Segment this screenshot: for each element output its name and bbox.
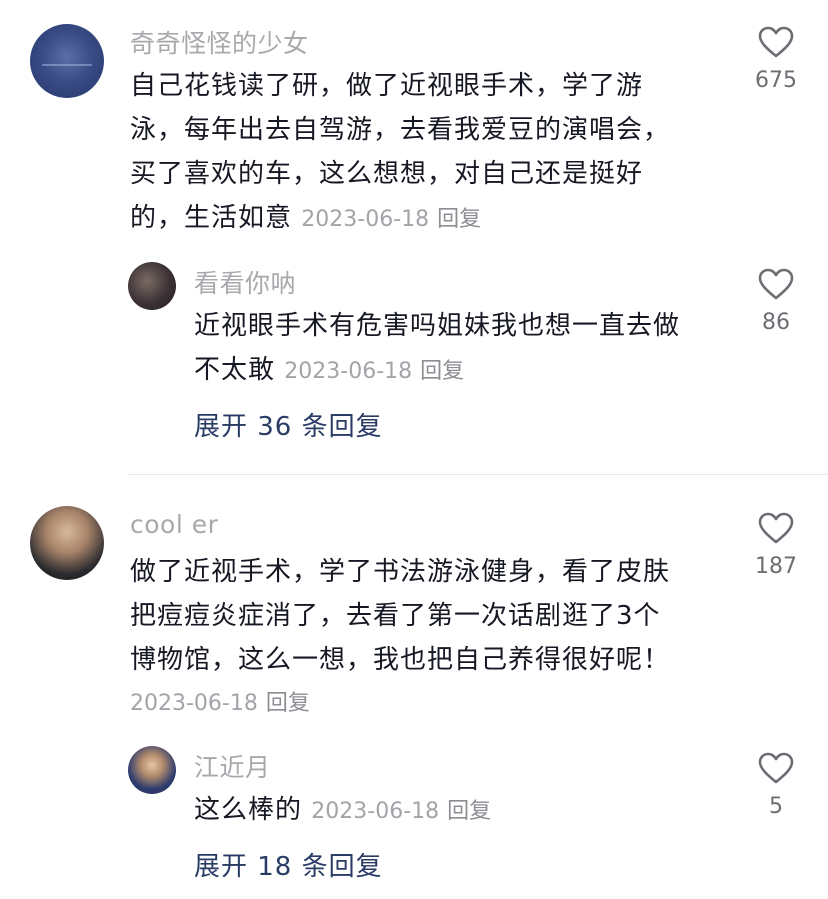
user-avatar[interactable] bbox=[30, 24, 104, 98]
comment-username[interactable]: 奇奇怪怪的少女 bbox=[130, 24, 309, 60]
user-avatar[interactable] bbox=[128, 746, 176, 794]
reply-button[interactable]: 回复 bbox=[266, 691, 310, 716]
divider bbox=[128, 474, 828, 475]
reply-text-line: 不太敢 bbox=[194, 355, 276, 385]
like-count: 187 bbox=[755, 554, 797, 579]
reply-username[interactable]: 江近月 bbox=[194, 748, 271, 784]
comment-text-line: 的，生活如意 bbox=[130, 203, 293, 233]
reply-username[interactable]: 看看你呐 bbox=[194, 264, 296, 300]
reply-button[interactable]: 回复 bbox=[447, 799, 491, 824]
comment-text-line: 自己花钱读了研，做了近视眼手术，学了游 bbox=[130, 71, 644, 101]
reply-button[interactable]: 回复 bbox=[420, 359, 464, 384]
reply-meta: 2023-06-18 回复 bbox=[284, 359, 464, 384]
comment-meta: 2023-06-18 回复 bbox=[301, 207, 481, 232]
like-count: 675 bbox=[755, 68, 797, 93]
reply-date: 2023-06-18 bbox=[284, 359, 413, 384]
like-count: 5 bbox=[769, 794, 783, 819]
comment-date: 2023-06-18 bbox=[130, 691, 258, 716]
comment-text: 做了近视手术，学了书法游泳健身，看了皮肤 把痘痘炎症消了，去看了第一次话剧逛了3… bbox=[130, 550, 710, 726]
comment-username[interactable]: cool er bbox=[130, 510, 218, 539]
reply-text-line-last: 这么棒的 2023-06-18 回复 bbox=[194, 788, 714, 834]
comment-text-line: 泳，每年出去自驾游，去看我爱豆的演唱会， bbox=[130, 115, 671, 145]
comment-text-line: 把痘痘炎症消了，去看了第一次话剧逛了3个 bbox=[130, 601, 661, 631]
comment-text-line: 买了喜欢的车，这么想想，对自己还是挺好 bbox=[130, 159, 644, 189]
comment-text: 自己花钱读了研，做了近视眼手术，学了游 泳，每年出去自驾游，去看我爱豆的演唱会，… bbox=[130, 64, 710, 242]
expand-replies-button[interactable]: 展开 18 条回复 bbox=[194, 846, 383, 883]
comment-text-line: 做了近视手术，学了书法游泳健身，看了皮肤 bbox=[130, 557, 671, 587]
comment-date: 2023-06-18 bbox=[301, 207, 430, 232]
reply-button[interactable]: 回复 bbox=[437, 207, 481, 232]
comment-text-line: 博物馆，这么一想，我也把自己养得很好呢！ bbox=[130, 645, 671, 675]
heart-outline-icon bbox=[758, 512, 794, 544]
expand-replies-button[interactable]: 展开 36 条回复 bbox=[194, 406, 383, 443]
user-avatar[interactable] bbox=[128, 262, 176, 310]
comment-meta: 2023-06-18 回复 bbox=[130, 682, 710, 726]
like-count: 86 bbox=[762, 310, 790, 335]
like-button[interactable]: 675 bbox=[736, 26, 816, 93]
like-button[interactable]: 187 bbox=[736, 512, 816, 579]
comment-text-line-last: 的，生活如意 2023-06-18 回复 bbox=[130, 196, 710, 242]
reply-date: 2023-06-18 bbox=[311, 799, 440, 824]
like-button[interactable]: 86 bbox=[736, 268, 816, 335]
reply-text-line: 这么棒的 bbox=[194, 795, 303, 825]
reply-text: 这么棒的 2023-06-18 回复 bbox=[194, 788, 714, 834]
reply-text-line-last: 不太敢 2023-06-18 回复 bbox=[194, 348, 714, 394]
heart-outline-icon bbox=[758, 26, 794, 58]
heart-outline-icon bbox=[758, 268, 794, 300]
user-avatar[interactable] bbox=[30, 506, 104, 580]
like-button[interactable]: 5 bbox=[736, 752, 816, 819]
reply-text-line: 近视眼手术有危害吗姐妹我也想一直去做 bbox=[194, 311, 681, 341]
heart-outline-icon bbox=[758, 752, 794, 784]
reply-meta: 2023-06-18 回复 bbox=[311, 799, 491, 824]
reply-text: 近视眼手术有危害吗姐妹我也想一直去做 不太敢 2023-06-18 回复 bbox=[194, 304, 714, 394]
